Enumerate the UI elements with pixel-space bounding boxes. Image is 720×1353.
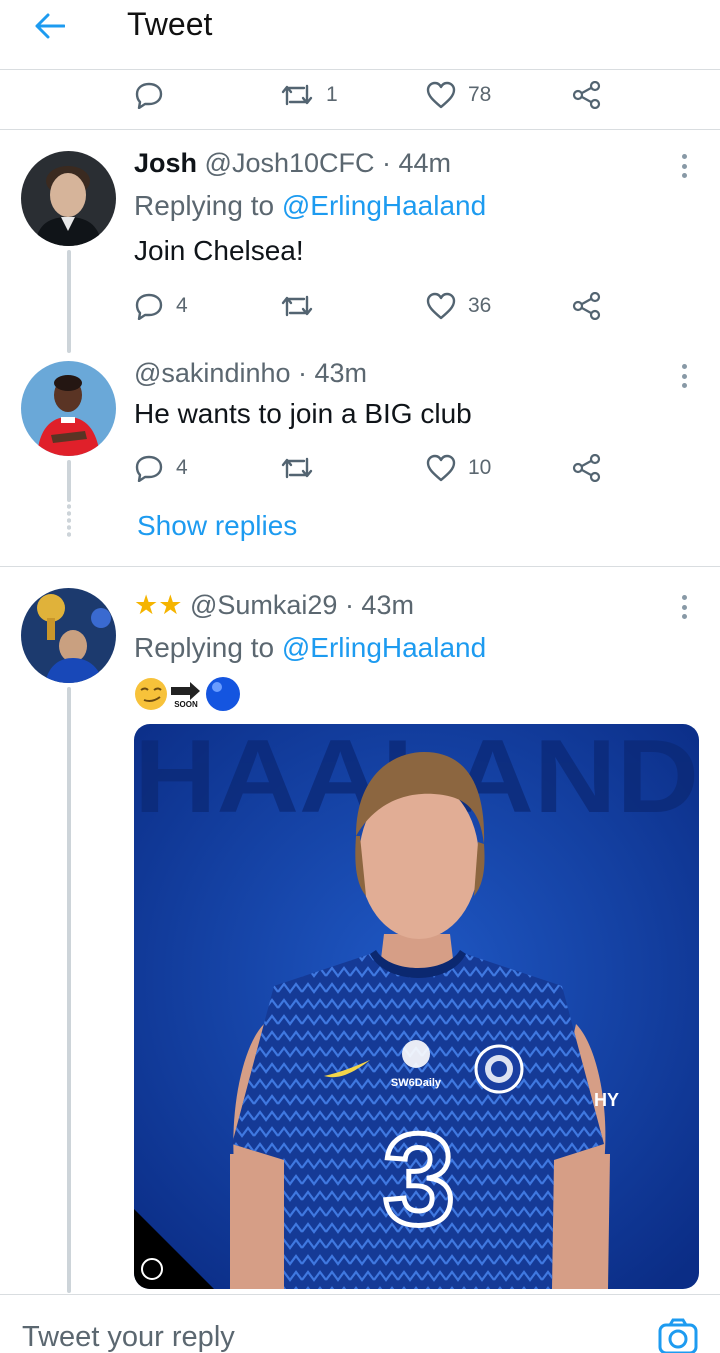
timestamp: · 43m [298,358,368,388]
heart-icon [426,292,456,320]
tweet-header: @sakindinho · 43m [134,355,367,391]
like-count: 78 [468,83,492,106]
tweet-header: ★★ @Sumkai29 · 43m [134,587,414,623]
reply-button[interactable]: 4 [134,448,188,488]
timestamp: · 44m [382,148,452,178]
like-button[interactable]: 36 [426,286,491,326]
more-options-icon[interactable] [674,361,694,391]
like-count: 10 [468,456,492,479]
tweet-text: SOON [134,674,244,714]
sponsor-logo-text: 3 [383,1106,455,1252]
thread-line [67,687,71,1293]
retweet-button[interactable]: 1 [280,75,338,115]
retweet-button[interactable] [280,448,314,488]
reply-button[interactable]: 4 [134,286,188,326]
soon-label: SOON [174,700,198,709]
tweet-text: Join Chelsea! [134,235,304,266]
back-arrow-icon[interactable] [28,6,72,46]
more-options-icon[interactable] [674,592,694,622]
reply-icon [135,455,163,482]
avatar[interactable] [21,361,116,456]
handle[interactable]: @Josh10CFC [205,148,375,178]
page-title: Tweet [127,6,213,42]
share-icon [572,292,601,320]
display-name[interactable]: Josh [134,148,197,178]
replying-to: Replying to @ErlingHaaland [134,188,486,224]
handle[interactable]: @Sumkai29 [190,590,337,620]
app-header: Tweet [0,0,720,70]
tweet-actions: 4 10 [134,448,614,488]
tweet-header: Josh @Josh10CFC · 44m [134,145,451,181]
show-replies-link[interactable]: Show replies [137,506,297,546]
share-button[interactable] [572,286,602,326]
retweet-button[interactable] [280,286,314,326]
heart-icon [426,454,456,482]
reply-count: 4 [176,456,188,479]
display-name[interactable]: ★★ [134,590,182,620]
thread-line [67,250,71,353]
retweet-icon [281,84,313,106]
thread-line [67,460,71,502]
reply-icon [135,82,163,109]
mention-link[interactable]: @ErlingHaaland [282,632,486,663]
like-count: 36 [468,294,492,317]
handle[interactable]: @sakindinho [134,358,291,388]
avatar[interactable] [21,151,116,246]
heart-icon [426,81,456,109]
sponsor-edge-text: HY [594,1090,619,1110]
tweet-text: He wants to join a BIG club [134,398,472,429]
avatar[interactable] [21,588,116,683]
collapsed-replies-indicator [67,503,71,537]
retweet-icon [281,457,313,479]
share-icon [572,454,601,482]
share-icon [572,81,601,109]
replying-to: Replying to @ErlingHaaland [134,630,486,666]
like-button[interactable]: 10 [426,448,491,488]
divider [0,129,720,130]
reply-composer [0,1294,720,1353]
camera-icon[interactable] [656,1317,700,1353]
replying-to-label: Replying to [134,190,275,221]
share-button[interactable] [572,448,602,488]
reply-count: 4 [176,294,188,317]
mention-link[interactable]: @ErlingHaaland [282,190,486,221]
replying-to-label: Replying to [134,632,275,663]
retweet-icon [281,295,313,317]
tweet-actions: 4 36 [134,286,614,326]
reply-icon [135,293,163,320]
divider [0,566,720,567]
reply-button[interactable] [134,75,164,115]
like-button[interactable]: 78 [426,75,491,115]
badge-text: SW6Daily [391,1077,442,1089]
retweet-count: 1 [326,83,338,106]
share-button[interactable] [572,75,602,115]
main-tweet-actions: 1 78 [134,75,614,115]
timestamp: · 43m [344,590,414,620]
reply-input[interactable] [22,1321,622,1353]
more-options-icon[interactable] [674,151,694,181]
tweet-media-image[interactable]: HAALAND SW6Daily 3 HY [134,724,699,1289]
